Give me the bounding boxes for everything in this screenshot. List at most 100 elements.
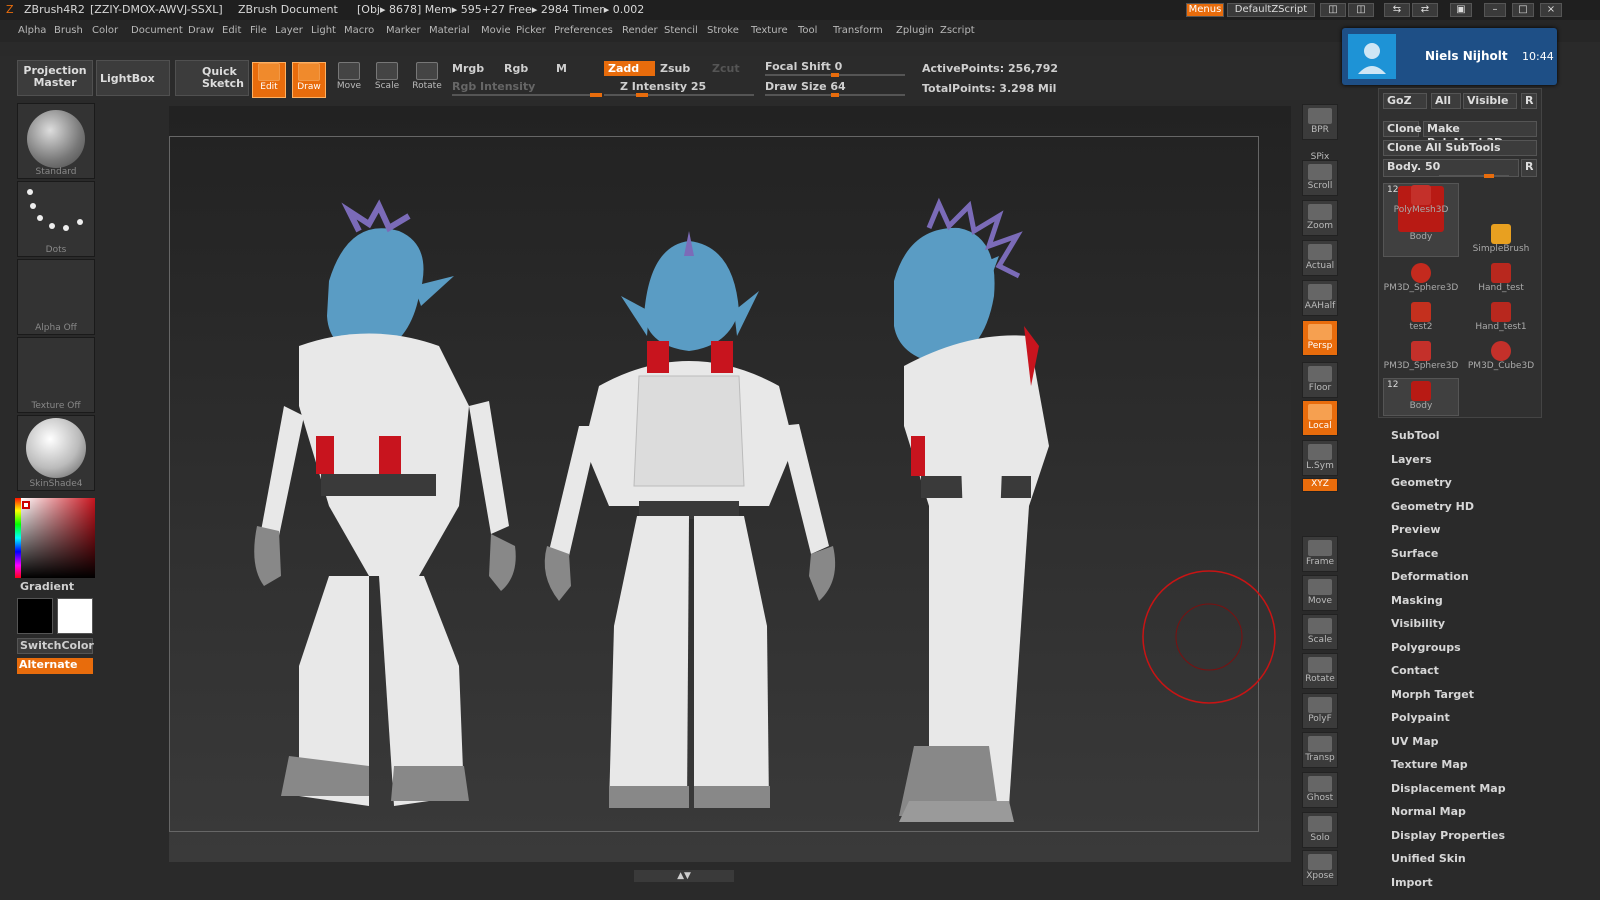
visible-button[interactable]: Visible bbox=[1463, 93, 1517, 109]
tool-menu-display-properties[interactable]: Display Properties bbox=[1391, 829, 1505, 842]
tool-menu-layers[interactable]: Layers bbox=[1391, 453, 1432, 466]
menu-zscript[interactable]: Zscript bbox=[940, 25, 975, 36]
focal-shift-track[interactable] bbox=[765, 73, 905, 77]
color-marker[interactable] bbox=[22, 501, 30, 509]
subtool-item[interactable]: PM3D_Sphere3D bbox=[1383, 261, 1459, 299]
goz-r-button[interactable]: R bbox=[1521, 93, 1537, 109]
tool-menu-uv-map[interactable]: UV Map bbox=[1391, 735, 1439, 748]
menu-render[interactable]: Render bbox=[622, 25, 658, 36]
quick-sketch-button[interactable]: Quick Sketch bbox=[175, 60, 249, 96]
menu-light[interactable]: Light bbox=[311, 25, 336, 36]
menu-texture[interactable]: Texture bbox=[751, 25, 788, 36]
document-canvas[interactable] bbox=[169, 106, 1291, 862]
stroke-slot[interactable]: Dots bbox=[17, 181, 95, 257]
tool-actual-button[interactable]: Actual bbox=[1302, 240, 1338, 276]
tool-move-button[interactable]: Move bbox=[1302, 575, 1338, 611]
menu-transform[interactable]: Transform bbox=[833, 25, 883, 36]
brush-slot[interactable]: Standard bbox=[17, 103, 95, 179]
tool-transp-button[interactable]: Transp bbox=[1302, 732, 1338, 768]
goz-button[interactable]: GoZ bbox=[1383, 93, 1427, 109]
tool-xpose-button[interactable]: Xpose bbox=[1302, 850, 1338, 886]
z-intensity-track[interactable] bbox=[604, 93, 754, 97]
tool-menu-deformation[interactable]: Deformation bbox=[1391, 570, 1469, 583]
make-polymesh3d-button[interactable]: Make PolyMesh3D bbox=[1423, 121, 1537, 149]
mrgb-button[interactable]: Mrgb bbox=[452, 62, 484, 75]
menu-draw[interactable]: Draw bbox=[188, 25, 214, 36]
zsub-button[interactable]: Zsub bbox=[660, 62, 690, 75]
m-button[interactable]: M bbox=[556, 62, 567, 75]
tool-rotate-button[interactable]: Rotate bbox=[1302, 653, 1338, 689]
z-intensity-slider[interactable]: Z Intensity 25 bbox=[620, 80, 706, 93]
tool-xyz-button[interactable]: XYZ bbox=[1302, 478, 1338, 492]
menu-edit[interactable]: Edit bbox=[222, 25, 241, 36]
body-r-button[interactable]: R bbox=[1521, 159, 1537, 177]
menu-movie[interactable]: Movie bbox=[481, 25, 511, 36]
tool-scroll-button[interactable]: Scroll bbox=[1302, 160, 1338, 196]
tool-menu-masking[interactable]: Masking bbox=[1391, 594, 1443, 607]
zcut-button[interactable]: Zcut bbox=[712, 62, 740, 75]
draw-size-track[interactable] bbox=[765, 93, 905, 97]
move-tool-button[interactable]: Move bbox=[332, 62, 366, 98]
lock-icon[interactable]: ▣ bbox=[1450, 3, 1472, 17]
lightbox-button[interactable]: LightBox bbox=[96, 60, 170, 96]
tool-menu-normal-map[interactable]: Normal Map bbox=[1391, 805, 1466, 818]
tool-menu-polypaint[interactable]: Polypaint bbox=[1391, 711, 1450, 724]
subtool-item[interactable]: PolyMesh3D bbox=[1383, 183, 1459, 221]
tool-aahalf-button[interactable]: AAHalf bbox=[1302, 280, 1338, 316]
body-slider-track[interactable] bbox=[1439, 174, 1509, 178]
close-icon[interactable]: × bbox=[1540, 3, 1562, 17]
tool-menu-visibility[interactable]: Visibility bbox=[1391, 617, 1445, 630]
menu-layer[interactable]: Layer bbox=[275, 25, 303, 36]
tool-menu-preview[interactable]: Preview bbox=[1391, 523, 1441, 536]
projection-master-button[interactable]: Projection Master bbox=[17, 60, 93, 96]
secondary-color-swatch[interactable] bbox=[57, 598, 93, 634]
minimize-icon[interactable]: – bbox=[1484, 3, 1506, 17]
tool-local-button[interactable]: Local bbox=[1302, 400, 1338, 436]
menu-stroke[interactable]: Stroke bbox=[707, 25, 739, 36]
switch-color-button[interactable]: SwitchColor bbox=[17, 638, 94, 654]
clone-button[interactable]: Clone bbox=[1383, 121, 1422, 137]
menu-preferences[interactable]: Preferences bbox=[554, 25, 613, 36]
menu-brush[interactable]: Brush bbox=[54, 25, 83, 36]
menu-alpha[interactable]: Alpha bbox=[18, 25, 46, 36]
maximize-icon[interactable]: □ bbox=[1512, 3, 1534, 17]
subtool-item[interactable]: SimpleBrush bbox=[1463, 222, 1539, 260]
ui-config-icon[interactable]: ⇄ bbox=[1412, 3, 1438, 17]
rgb-button[interactable]: Rgb bbox=[504, 62, 528, 75]
chat-notification[interactable]: Niels Nijholt 10:44 bbox=[1342, 28, 1557, 85]
tool-menu-geometry-hd[interactable]: Geometry HD bbox=[1391, 500, 1474, 513]
layout-alt-icon[interactable]: ◫ bbox=[1348, 3, 1374, 17]
menu-material[interactable]: Material bbox=[429, 25, 470, 36]
tool-menu-displacement-map[interactable]: Displacement Map bbox=[1391, 782, 1506, 795]
menus-button[interactable]: Menus bbox=[1186, 3, 1224, 17]
material-slot[interactable]: SkinShade4 bbox=[17, 415, 95, 491]
tool-menu-subtool[interactable]: SubTool bbox=[1391, 429, 1440, 442]
tool-menu-texture-map[interactable]: Texture Map bbox=[1391, 758, 1468, 771]
tool-lsym-button[interactable]: L.Sym bbox=[1302, 440, 1338, 476]
tool-menu-surface[interactable]: Surface bbox=[1391, 547, 1438, 560]
menu-document[interactable]: Document bbox=[131, 25, 183, 36]
main-color-swatch[interactable] bbox=[17, 598, 53, 634]
menu-picker[interactable]: Picker bbox=[516, 25, 546, 36]
ui-swap-icon[interactable]: ⇆ bbox=[1384, 3, 1410, 17]
default-zscript-button[interactable]: DefaultZScript bbox=[1227, 3, 1315, 17]
subtool-item[interactable]: Hand_test bbox=[1463, 261, 1539, 299]
tool-ghost-button[interactable]: Ghost bbox=[1302, 772, 1338, 808]
tool-solo-button[interactable]: Solo bbox=[1302, 812, 1338, 848]
subtool-item[interactable]: test2 bbox=[1383, 300, 1459, 338]
tool-persp-button[interactable]: Persp bbox=[1302, 320, 1338, 356]
rotate-tool-button[interactable]: Rotate bbox=[410, 62, 444, 98]
alternate-button[interactable]: Alternate bbox=[17, 658, 93, 674]
gradient-button[interactable]: Gradient bbox=[20, 580, 74, 593]
tool-scale-button[interactable]: Scale bbox=[1302, 614, 1338, 650]
subtool-item[interactable]: PM3D_Sphere3D bbox=[1383, 339, 1459, 377]
menu-marker[interactable]: Marker bbox=[386, 25, 421, 36]
tool-bpr-button[interactable]: BPR bbox=[1302, 104, 1338, 140]
draw-size-slider[interactable]: Draw Size 64 bbox=[765, 80, 846, 93]
draw-tool-button[interactable]: Draw bbox=[292, 62, 326, 98]
subtool-item[interactable]: Hand_test1 bbox=[1463, 300, 1539, 338]
tool-menu-geometry[interactable]: Geometry bbox=[1391, 476, 1452, 489]
texture-slot[interactable]: Texture Off bbox=[17, 337, 95, 413]
clone-all-subtools-button[interactable]: Clone All SubTools bbox=[1383, 140, 1537, 156]
tool-menu-import[interactable]: Import bbox=[1391, 876, 1433, 889]
